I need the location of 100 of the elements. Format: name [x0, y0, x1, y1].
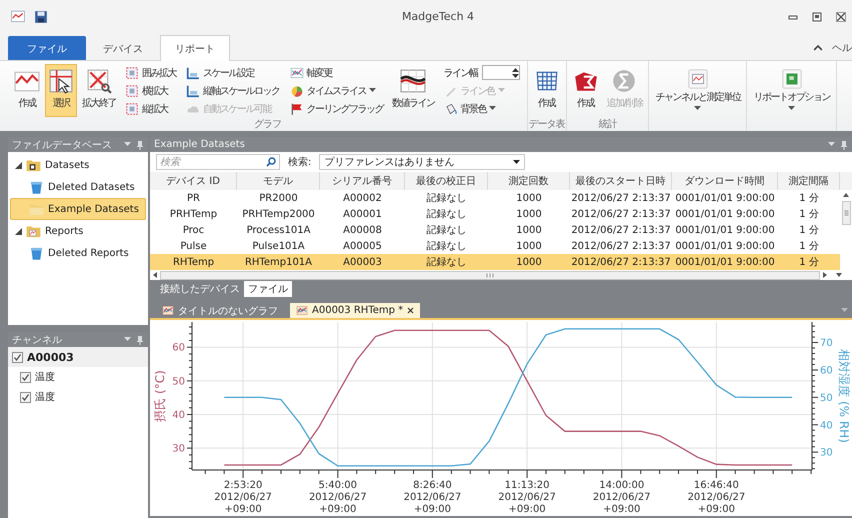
scroll-right-icon[interactable] — [823, 272, 827, 278]
table-cell-text: 2012/06/27 2:13:37 — [570, 256, 672, 270]
table-cell-text: Proc — [182, 224, 206, 238]
ribbon-button[interactable]: 横拡大 — [123, 82, 178, 99]
close-icon[interactable] — [836, 12, 846, 22]
ribbon-button[interactable]: 数値ライン — [389, 64, 438, 117]
spin-field[interactable] — [482, 65, 520, 80]
table-cell-text: 0001/01/01 9:00:00 — [674, 192, 776, 206]
ribbon-button[interactable]: 拡大終了 — [79, 64, 119, 117]
axis-title: 摂氏 (°C) — [153, 370, 167, 422]
tick-label: 11:13:20 2012/06/27 +09:00 — [498, 480, 556, 515]
table-cell-text: Pulse101A — [251, 240, 306, 254]
table-cell-text: 1000 — [515, 224, 543, 238]
table-cell-text: 記録なし — [426, 208, 468, 222]
table-row[interactable]: RHTemp RHTemp101A A00003 記録なし 1000 2012/06/27 2:13:37 0001/01/01 9:00:00 1 分 — [150, 254, 840, 270]
tree-item[interactable]: Reports — [10, 220, 146, 242]
channel-label: A00003 — [27, 350, 74, 364]
tick-label: 2:53:20 2012/06/27 +09:00 — [214, 480, 272, 515]
panel-title: ファイルデータベース — [12, 138, 113, 152]
filter-dropdown[interactable]: プリファレンスはありません — [319, 154, 526, 170]
ribbon-tab[interactable]: ファイル — [8, 36, 86, 60]
axis-icon — [186, 66, 200, 80]
search-icon[interactable] — [266, 157, 276, 167]
ribbon-button[interactable]: タイムスライス — [288, 82, 385, 99]
trash-can-icon — [29, 180, 44, 194]
zoom-frame-icon — [125, 66, 139, 80]
ribbon-button[interactable]: リポートオプション — [750, 64, 833, 117]
checkbox[interactable] — [20, 372, 31, 382]
tree-item[interactable]: Example Datasets — [10, 198, 146, 220]
ribbon-button[interactable]: 作成 — [530, 64, 562, 117]
table-cell-text: 1 分 — [798, 256, 820, 270]
ribbon-button[interactable]: 作成 — [11, 64, 43, 117]
table-row[interactable]: PRHTemp PRHTemp2000 A00001 記録なし 1000 2012/06/27 2:13:37 0001/01/01 9:00:00 1 分 — [150, 206, 840, 222]
ribbon-button[interactable]: 作成 — [570, 64, 602, 117]
checkbox[interactable] — [20, 392, 31, 402]
tree-item[interactable]: Deleted Reports — [10, 242, 146, 264]
close-icon[interactable] — [407, 307, 414, 314]
scrollbar-thumb[interactable] — [842, 201, 850, 225]
folder-icon — [29, 202, 44, 216]
maximize-icon[interactable] — [812, 12, 822, 22]
crossed-chart-icon — [86, 68, 112, 94]
paint-bucket-icon — [444, 102, 458, 116]
pin-icon[interactable] — [136, 334, 144, 344]
tick-label: 30 — [820, 448, 833, 459]
table-row[interactable]: Pulse Pulse101A A00005 記録なし 1000 2012/06/27 2:13:37 0001/01/01 9:00:00 1 分 — [150, 238, 840, 254]
panel-menu-icon[interactable] — [124, 142, 131, 147]
pin-icon[interactable] — [840, 140, 848, 150]
help-menu[interactable]: ヘル — [832, 41, 852, 55]
tree-item[interactable]: Datasets — [10, 154, 146, 176]
checkbox[interactable] — [12, 352, 23, 362]
tick-label: 60 — [820, 365, 833, 376]
ribbon-tab[interactable]: デバイス — [88, 36, 158, 60]
tree-item[interactable]: Deleted Datasets — [10, 176, 146, 198]
ribbon-button[interactable]: チャンネルと測定単位 — [652, 64, 744, 117]
ribbon-button[interactable]: 囲み拡大 — [123, 64, 178, 81]
window-title: MadgeTech 4 — [400, 10, 476, 23]
tab[interactable]: タイトルのないグラフ — [156, 303, 284, 318]
table-cell-text: 1000 — [515, 208, 543, 222]
collapse-ribbon-icon[interactable] — [814, 45, 822, 51]
pin-icon[interactable] — [136, 140, 144, 150]
chart-icon — [162, 305, 174, 316]
tab[interactable]: A00003 RHTemp * — [290, 303, 420, 318]
scroll-up-icon[interactable] — [843, 193, 849, 197]
zoom-frame-icon — [125, 102, 139, 116]
tab[interactable]: ファイル — [244, 280, 292, 296]
ribbon-tab[interactable]: リポート — [160, 35, 230, 61]
table-cell-text: 1000 — [515, 240, 543, 254]
tab[interactable]: 接続したデバイス — [156, 280, 244, 296]
ribbon-button[interactable]: 選択 — [45, 64, 77, 117]
table-cell-text: 0001/01/01 9:00:00 — [674, 240, 776, 254]
panel-menu-icon[interactable] — [124, 337, 131, 342]
scroll-left-icon[interactable] — [153, 272, 157, 278]
scrollbar-thumb[interactable] — [160, 270, 820, 280]
table-row[interactable]: Proc Process101A A00008 記録なし 1000 2012/06/27 2:13:37 0001/01/01 9:00:00 1 分 — [150, 222, 840, 238]
table-cell-text: 1 分 — [798, 192, 820, 206]
folder-icon — [26, 158, 41, 172]
panel-title: Example Datasets — [154, 139, 246, 150]
table-cell-text: 記録なし — [426, 240, 468, 254]
channel-label: 温度 — [35, 390, 55, 404]
search-field[interactable]: 検索 — [156, 154, 280, 170]
scroll-down-icon[interactable] — [836, 273, 842, 277]
panel-menu-icon[interactable] — [828, 142, 835, 147]
table-row[interactable]: PR PR2000 A00002 記録なし 1000 2012/06/27 2:13:37 0001/01/01 9:00:00 1 分 — [150, 190, 840, 206]
ribbon-button[interactable]: 縦拡大 — [123, 100, 178, 117]
ribbon-button[interactable]: 縦軸スケールロック — [184, 82, 282, 99]
folder-icon — [26, 224, 41, 238]
ribbon-button[interactable]: スケール設定 — [184, 64, 282, 81]
expand-arrow-icon[interactable] — [15, 228, 22, 234]
chart-window-icon[interactable] — [10, 10, 26, 24]
save-icon[interactable] — [34, 10, 48, 24]
chart-icon — [296, 305, 308, 316]
table-cell-text: Pulse — [179, 240, 208, 254]
table-cell-text: PR2000 — [258, 192, 299, 206]
table-cell-text: 記録なし — [426, 256, 468, 270]
table-cell-text: 2012/06/27 2:13:37 — [570, 192, 672, 206]
ribbon-button[interactable]: クーリングフラッグ — [288, 100, 385, 117]
ribbon-button[interactable]: 背景色 — [442, 100, 522, 117]
expand-arrow-icon[interactable] — [15, 162, 22, 168]
ribbon-button[interactable]: 軸変更 — [288, 64, 385, 81]
tick-label: 8:26:40 2012/06/27 +09:00 — [404, 480, 462, 515]
